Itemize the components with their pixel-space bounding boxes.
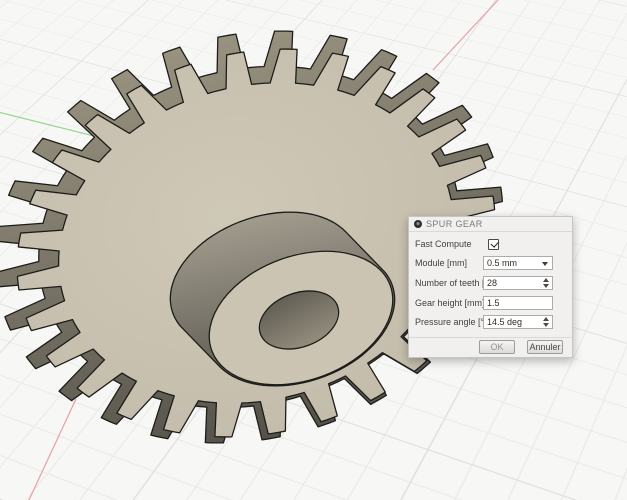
teeth-label: Number of teeth [ ] [409,278,490,288]
fast-compute-checkbox[interactable] [488,239,499,250]
ok-button[interactable]: OK [479,340,515,354]
teeth-row: Number of teeth [ ] 28 [409,276,490,290]
module-value: 0.5 mm [487,258,517,268]
pressure-angle-value: 14.5 deg [487,317,522,327]
pressure-angle-spinner[interactable] [540,316,551,328]
pressure-angle-label: Pressure angle [°] [409,317,487,327]
teeth-input[interactable]: 28 [483,276,553,290]
dialog-title: SPUR GEAR [426,219,483,229]
module-label: Module [mm] [409,258,467,268]
command-icon [414,220,422,228]
teeth-spinner[interactable] [540,277,551,289]
x-axis-line-near [28,399,76,500]
fast-compute-label: Fast Compute [409,239,472,249]
chevron-down-icon [542,262,548,266]
height-row: Gear height [mm] 1.5 [409,296,485,310]
teeth-value: 28 [487,278,497,288]
fast-compute-row: Fast Compute [409,237,472,251]
pressure-angle-row: Pressure angle [°] 14.5 deg [409,315,487,329]
height-input[interactable]: 1.5 [483,296,553,310]
pressure-angle-input[interactable]: 14.5 deg [483,315,553,329]
x-axis-line-far [433,0,498,70]
module-row: Module [mm] 0.5 mm [409,256,467,270]
dialog-header[interactable]: SPUR GEAR [409,217,572,232]
height-label: Gear height [mm] [409,298,485,308]
spinner-down-icon[interactable] [543,323,549,327]
cancel-button[interactable]: Annuler [527,340,563,354]
module-dropdown[interactable]: 0.5 mm [483,256,553,270]
spinner-up-icon[interactable] [543,317,549,321]
dialog-footer: OK Annuler [409,337,572,357]
height-value: 1.5 [487,298,500,308]
spinner-up-icon[interactable] [543,278,549,282]
spinner-down-icon[interactable] [543,284,549,288]
spur-gear-dialog: SPUR GEAR Fast Compute Module [mm] 0.5 m… [408,216,573,358]
checkmark-icon [490,239,498,247]
